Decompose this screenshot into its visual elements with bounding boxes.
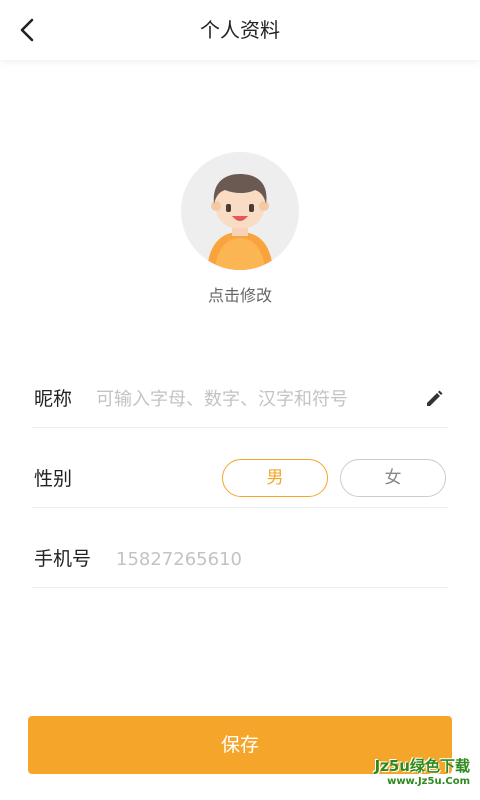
phone-row: 手机号 — [32, 531, 448, 588]
user-avatar-icon — [181, 152, 299, 270]
watermark: Jz5u绿色下载 www.Jz5u.Com — [375, 756, 470, 788]
gender-row: 性别 男 女 — [32, 451, 448, 508]
page-title: 个人资料 — [200, 18, 280, 42]
gender-male-button[interactable]: 男 — [222, 459, 328, 497]
nickname-row: 昵称 — [32, 371, 448, 428]
gender-female-button[interactable]: 女 — [340, 459, 446, 497]
phone-input[interactable] — [116, 543, 416, 575]
profile-page: 个人资料 点击修改 昵称 可输入字母、数字、汉字和符号 性别 男 女 手机号 1… — [0, 0, 480, 800]
phone-label: 手机号 — [34, 548, 92, 570]
header-bar: 个人资料 — [0, 0, 480, 60]
watermark-main: Jz5u绿色下载 — [374, 757, 470, 775]
watermark-sub: www.Jz5u.Com — [387, 776, 470, 787]
gender-label: 性别 — [34, 468, 73, 490]
nickname-label: 昵称 — [34, 388, 73, 410]
pencil-icon[interactable] — [424, 389, 444, 409]
nickname-input[interactable] — [96, 383, 396, 415]
avatar-edit-caption[interactable]: 点击修改 — [0, 282, 480, 306]
avatar[interactable] — [181, 152, 299, 270]
